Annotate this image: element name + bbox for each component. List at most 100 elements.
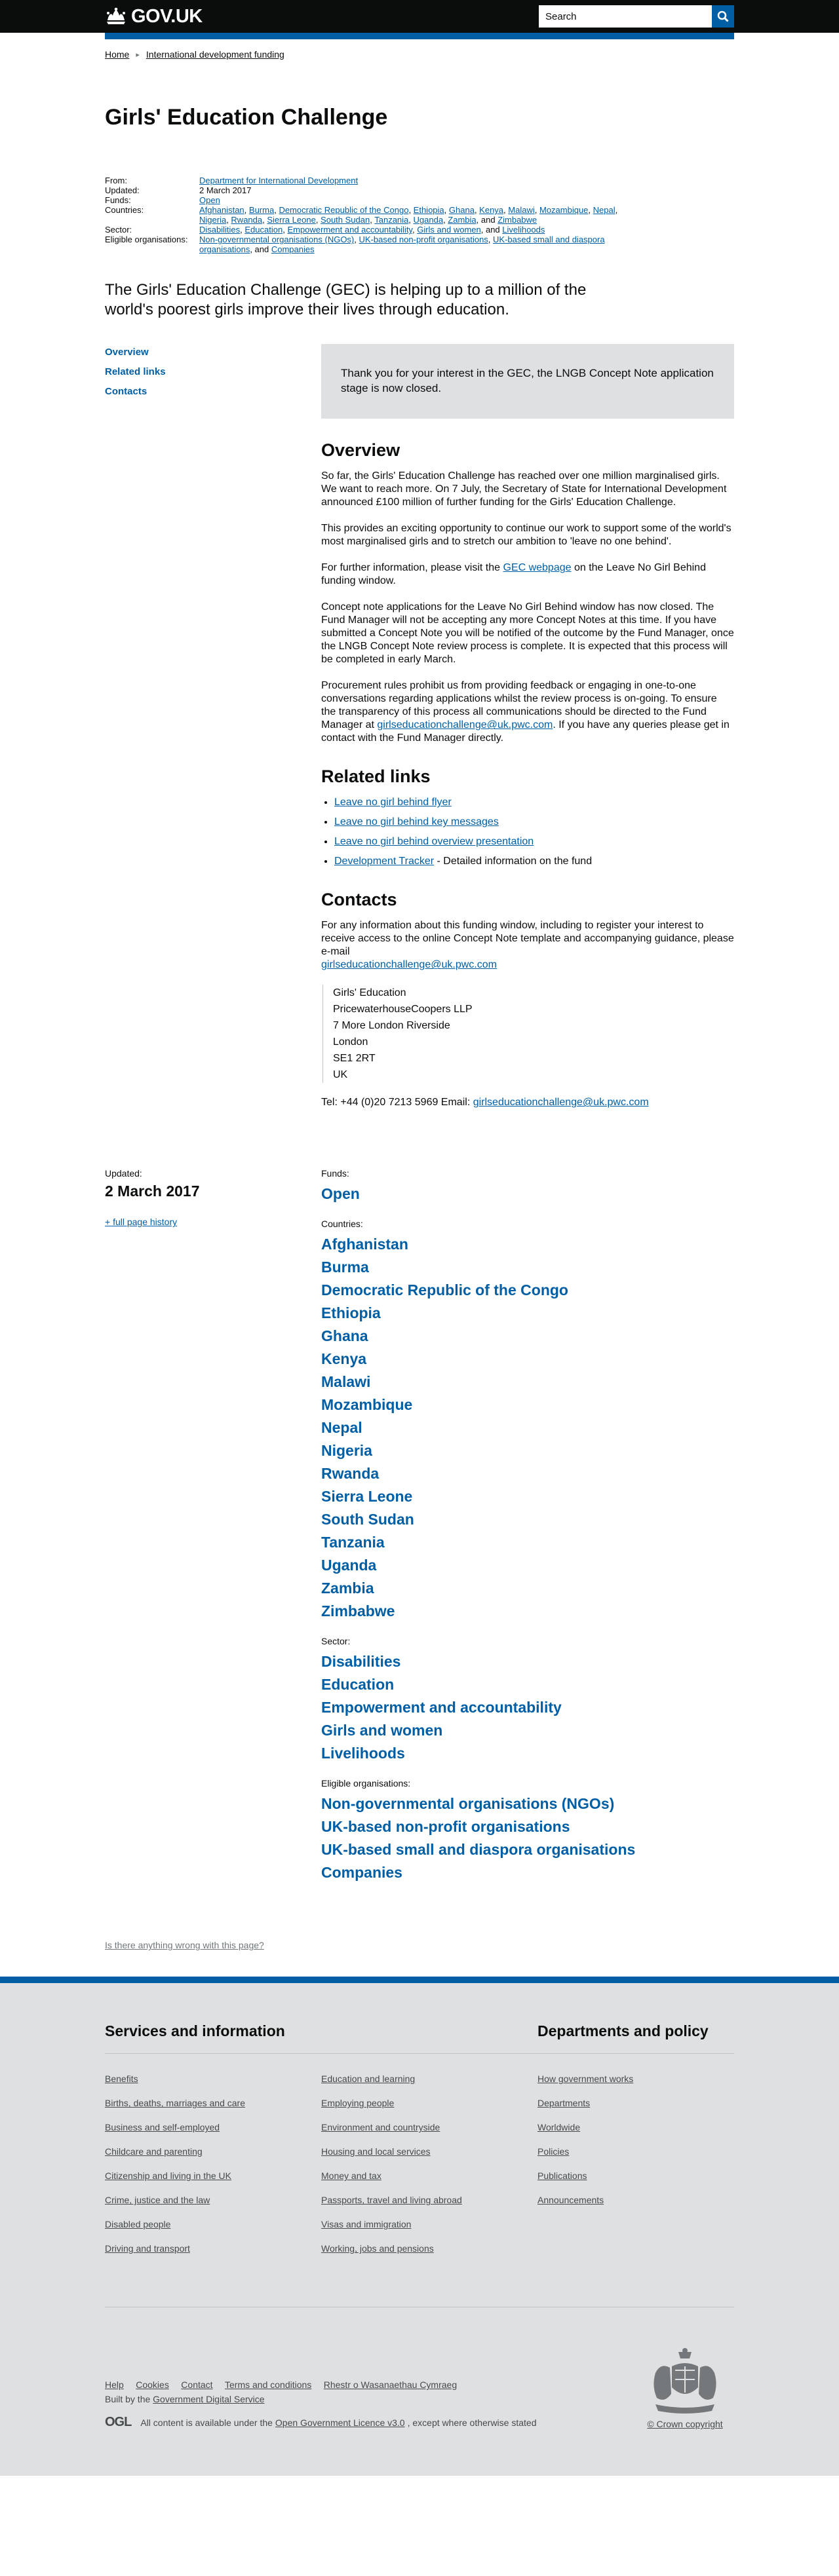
- lower-country-link-zimbabwe[interactable]: Zimbabwe: [321, 1600, 734, 1623]
- ogl-licence-link[interactable]: Open Government Licence v3.0: [275, 2417, 405, 2428]
- country-link-zambia[interactable]: Zambia: [448, 215, 476, 225]
- lower-country-link-tanzania[interactable]: Tanzania: [321, 1531, 734, 1554]
- lower-country-link-mozambique[interactable]: Mozambique: [321, 1393, 734, 1416]
- footer-link-housing-and-local-services[interactable]: Housing and local services: [321, 2146, 537, 2157]
- lower-sector-link-livelihoods[interactable]: Livelihoods: [321, 1742, 734, 1765]
- lower-country-link-burma[interactable]: Burma: [321, 1256, 734, 1279]
- footer-link-working-jobs-and-pensions[interactable]: Working, jobs and pensions: [321, 2243, 537, 2254]
- eligible-link-non-governmental-organisations-ngos[interactable]: Non-governmental organisations (NGOs): [199, 235, 354, 244]
- footer-link-education-and-learning[interactable]: Education and learning: [321, 2074, 537, 2084]
- footer-link-business-and-self-employed[interactable]: Business and self-employed: [105, 2122, 321, 2132]
- lower-country-link-nepal[interactable]: Nepal: [321, 1416, 734, 1439]
- country-link-malawi[interactable]: Malawi: [508, 205, 534, 215]
- lower-country-link-malawi[interactable]: Malawi: [321, 1371, 734, 1393]
- country-link-nepal[interactable]: Nepal: [593, 205, 615, 215]
- sector-link-empowerment-and-accountability[interactable]: Empowerment and accountability: [287, 225, 412, 235]
- country-link-kenya[interactable]: Kenya: [479, 205, 503, 215]
- country-link-mozambique[interactable]: Mozambique: [539, 205, 588, 215]
- country-link-burma[interactable]: Burma: [249, 205, 274, 215]
- footer-link-worldwide[interactable]: Worldwide: [537, 2122, 734, 2132]
- gds-link[interactable]: Government Digital Service: [153, 2394, 264, 2404]
- search-input[interactable]: [539, 5, 712, 28]
- footer-link-help[interactable]: Help: [105, 2379, 124, 2390]
- sector-link-livelihoods[interactable]: Livelihoods: [502, 225, 545, 235]
- country-link-uganda[interactable]: Uganda: [414, 215, 444, 225]
- lower-eligible-link-non-governmental-organisations-ngos[interactable]: Non-governmental organisations (NGOs): [321, 1792, 734, 1815]
- lower-country-link-uganda[interactable]: Uganda: [321, 1554, 734, 1577]
- footer-link-departments[interactable]: Departments: [537, 2098, 734, 2108]
- footer-link-policies[interactable]: Policies: [537, 2146, 734, 2157]
- lower-country-link-south-sudan[interactable]: South Sudan: [321, 1508, 734, 1531]
- related-link-flyer[interactable]: Leave no girl behind flyer: [334, 797, 452, 808]
- from-link[interactable]: Department for International Development: [199, 176, 358, 185]
- lower-eligible-link-companies[interactable]: Companies: [321, 1861, 734, 1884]
- lower-country-link-zambia[interactable]: Zambia: [321, 1577, 734, 1600]
- related-link-development-tracker[interactable]: Development Tracker: [334, 856, 434, 867]
- gec-webpage-link[interactable]: GEC webpage: [503, 562, 571, 573]
- lower-country-link-afghanistan[interactable]: Afghanistan: [321, 1233, 734, 1256]
- country-link-sierra-leone[interactable]: Sierra Leone: [267, 215, 315, 225]
- footer-link-citizenship-and-living-in-the-uk[interactable]: Citizenship and living in the UK: [105, 2170, 321, 2181]
- crown-copyright-link[interactable]: © Crown copyright: [647, 2419, 722, 2429]
- footer-link-employing-people[interactable]: Employing people: [321, 2098, 537, 2108]
- footer-link-terms[interactable]: Terms and conditions: [225, 2379, 311, 2390]
- lower-country-link-sierra-leone[interactable]: Sierra Leone: [321, 1485, 734, 1508]
- lower-sector-link-disabilities[interactable]: Disabilities: [321, 1650, 734, 1673]
- lower-eligible-link-uk-based-non-profit-organisations[interactable]: UK-based non-profit organisations: [321, 1815, 734, 1838]
- contact-tel-email-link[interactable]: girlseducationchallenge@uk.pwc.com: [473, 1097, 649, 1108]
- nav-overview[interactable]: Overview: [105, 347, 321, 358]
- lower-funds-link[interactable]: Open: [321, 1183, 734, 1205]
- footer-link-contact[interactable]: Contact: [181, 2379, 212, 2390]
- country-link-ghana[interactable]: Ghana: [449, 205, 475, 215]
- lower-eligible-link-uk-based-small-and-diaspora-organisations[interactable]: UK-based small and diaspora organisation…: [321, 1838, 734, 1861]
- country-link-democratic-republic-of-the-congo[interactable]: Democratic Republic of the Congo: [279, 205, 408, 215]
- breadcrumb-international-development-funding[interactable]: International development funding: [146, 49, 284, 60]
- govuk-logo[interactable]: GOV.UK: [105, 6, 203, 28]
- eligible-link-uk-based-non-profit-organisations[interactable]: UK-based non-profit organisations: [359, 235, 488, 244]
- lower-sector-link-education[interactable]: Education: [321, 1673, 734, 1696]
- breadcrumb-home[interactable]: Home: [105, 49, 129, 60]
- eligible-link-companies[interactable]: Companies: [271, 244, 315, 254]
- lower-country-link-rwanda[interactable]: Rwanda: [321, 1462, 734, 1485]
- footer-link-welsh[interactable]: Rhestr o Wasanaethau Cymraeg: [324, 2379, 457, 2390]
- lower-country-link-nigeria[interactable]: Nigeria: [321, 1439, 734, 1462]
- country-link-afghanistan[interactable]: Afghanistan: [199, 205, 244, 215]
- footer-link-driving-and-transport[interactable]: Driving and transport: [105, 2243, 321, 2254]
- lower-country-link-kenya[interactable]: Kenya: [321, 1348, 734, 1371]
- footer-link-how-government-works[interactable]: How government works: [537, 2074, 734, 2084]
- country-link-zimbabwe[interactable]: Zimbabwe: [498, 215, 537, 225]
- nav-related-links[interactable]: Related links: [105, 366, 321, 377]
- footer-link-benefits[interactable]: Benefits: [105, 2074, 321, 2084]
- footer-link-money-and-tax[interactable]: Money and tax: [321, 2170, 537, 2181]
- sector-link-disabilities[interactable]: Disabilities: [199, 225, 240, 235]
- country-link-tanzania[interactable]: Tanzania: [374, 215, 408, 225]
- sector-link-girls-and-women[interactable]: Girls and women: [417, 225, 481, 235]
- footer-link-environment-and-countryside[interactable]: Environment and countryside: [321, 2122, 537, 2132]
- lower-country-link-ghana[interactable]: Ghana: [321, 1325, 734, 1348]
- country-link-rwanda[interactable]: Rwanda: [231, 215, 262, 225]
- lower-country-link-ethiopia[interactable]: Ethiopia: [321, 1302, 734, 1325]
- footer-link-cookies[interactable]: Cookies: [136, 2379, 169, 2390]
- nav-contacts[interactable]: Contacts: [105, 386, 321, 397]
- country-link-ethiopia[interactable]: Ethiopia: [414, 205, 444, 215]
- country-link-south-sudan[interactable]: South Sudan: [321, 215, 370, 225]
- full-page-history-link[interactable]: + full page history: [105, 1217, 177, 1227]
- footer-link-publications[interactable]: Publications: [537, 2170, 734, 2181]
- footer-link-visas-and-immigration[interactable]: Visas and immigration: [321, 2219, 537, 2229]
- lower-sector-link-girls-and-women[interactable]: Girls and women: [321, 1719, 734, 1742]
- funds-link[interactable]: Open: [199, 195, 220, 205]
- contacts-email-link[interactable]: girlseducationchallenge@uk.pwc.com: [321, 959, 497, 970]
- report-problem-link[interactable]: Is there anything wrong with this page?: [105, 1940, 264, 1950]
- search-button[interactable]: [712, 5, 734, 28]
- footer-link-crime-justice-and-the-law[interactable]: Crime, justice and the law: [105, 2195, 321, 2205]
- footer-link-childcare-and-parenting[interactable]: Childcare and parenting: [105, 2146, 321, 2157]
- footer-link-passports-travel-and-living-abroad[interactable]: Passports, travel and living abroad: [321, 2195, 537, 2205]
- lower-sector-link-empowerment-and-accountability[interactable]: Empowerment and accountability: [321, 1696, 734, 1719]
- related-link-overview-presentation[interactable]: Leave no girl behind overview presentati…: [334, 836, 534, 847]
- footer-link-disabled-people[interactable]: Disabled people: [105, 2219, 321, 2229]
- footer-link-births-deaths-marriages-and-care[interactable]: Births, deaths, marriages and care: [105, 2098, 321, 2108]
- sector-link-education[interactable]: Education: [244, 225, 283, 235]
- lower-country-link-democratic-republic-of-the-congo[interactable]: Democratic Republic of the Congo: [321, 1279, 734, 1302]
- footer-link-announcements[interactable]: Announcements: [537, 2195, 734, 2205]
- related-link-key-messages[interactable]: Leave no girl behind key messages: [334, 816, 499, 827]
